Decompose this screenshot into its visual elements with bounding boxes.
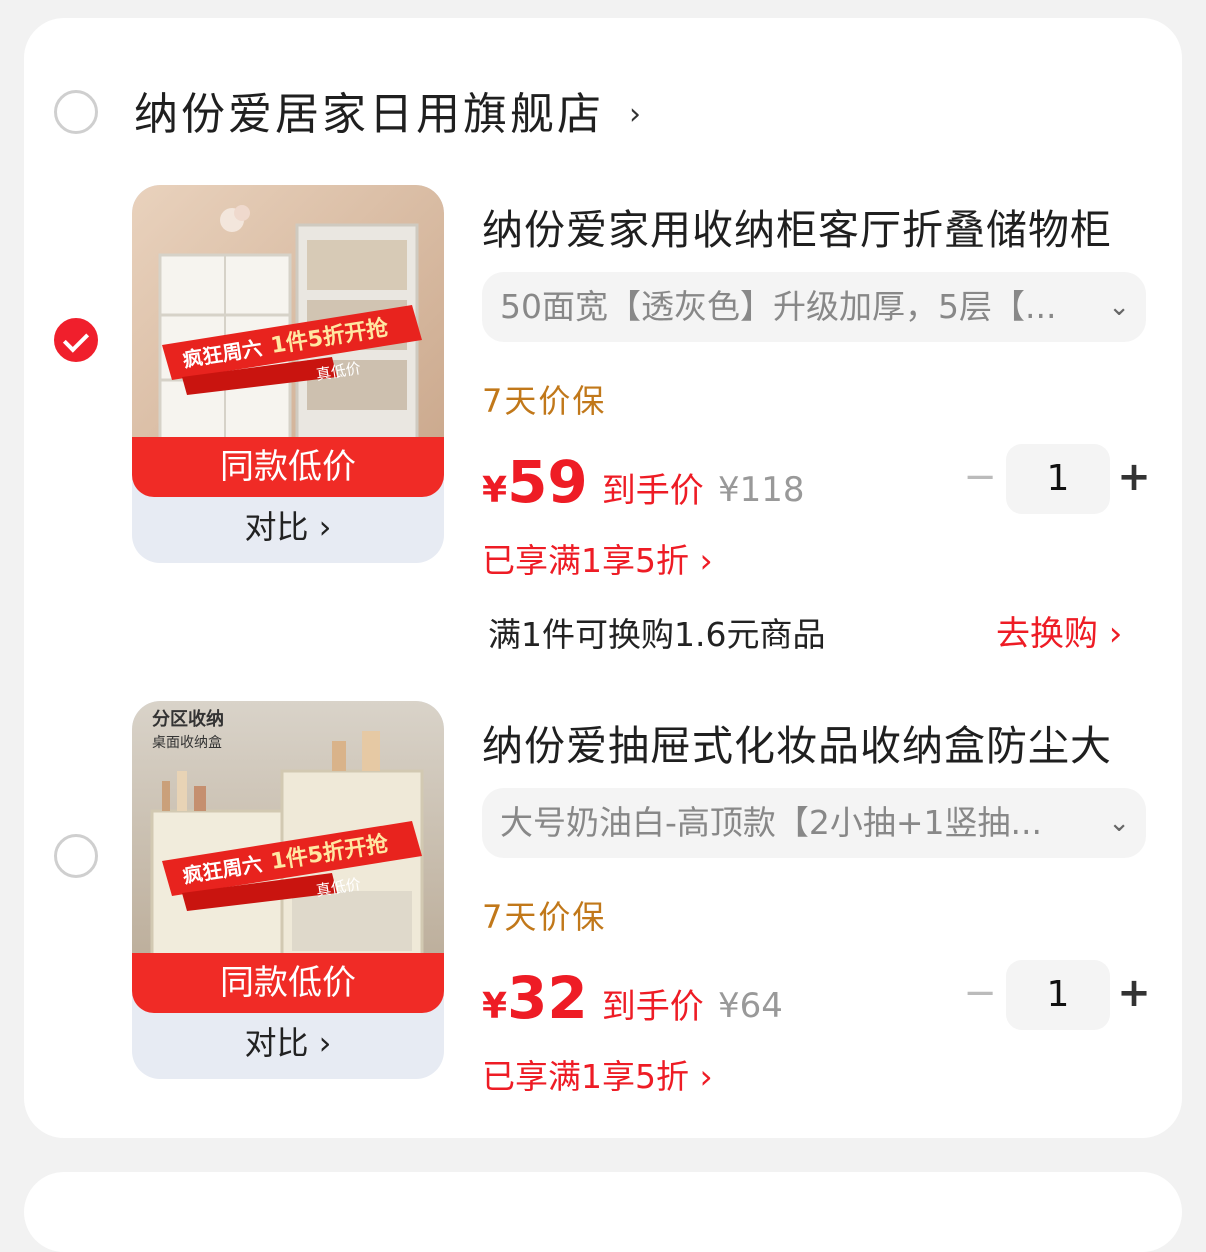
svg-text:桌面收纳盒: 桌面收纳盒 xyxy=(152,734,222,751)
product-thumbnail[interactable]: 分区收纳 桌面收纳盒 疯狂周六 1件5折开抢 真低价 同款低价 对比 › xyxy=(132,701,444,1079)
store-select-radio[interactable] xyxy=(54,90,98,134)
decrease-quantity-button[interactable]: − xyxy=(960,444,1000,514)
spec-selector[interactable]: 50面宽【透灰色】升级加厚，5层【... ⌄ xyxy=(482,272,1146,342)
item-select-checkbox[interactable] xyxy=(54,834,98,878)
price-guarantee-label: 7天价保 xyxy=(482,382,607,420)
currency-symbol: ¥ xyxy=(482,986,508,1027)
price-guarantee-label: 7天价保 xyxy=(482,898,607,936)
promo-discount-link[interactable]: 已享满1享5折 › xyxy=(482,1050,713,1098)
promo-ribbon: 疯狂周六 1件5折开抢 真低价 xyxy=(162,305,422,395)
compare-button[interactable]: 对比 › xyxy=(132,497,444,563)
store-name[interactable]: 纳份爱居家日用旗舰店 xyxy=(134,70,604,160)
low-price-label[interactable]: 同款低价 xyxy=(132,437,444,497)
product-title[interactable]: 纳份爱抽屉式化妆品收纳盒防尘大 xyxy=(482,712,1112,772)
increase-quantity-button[interactable]: + xyxy=(1114,960,1154,1030)
final-price-label: 到手价 xyxy=(601,987,704,1027)
original-price: ¥64 xyxy=(718,986,783,1026)
price-block: ¥59 到手价 xyxy=(482,448,704,516)
low-price-label[interactable]: 同款低价 xyxy=(132,953,444,1013)
chevron-down-icon: ⌄ xyxy=(1108,808,1130,838)
svg-text:分区收纳: 分区收纳 xyxy=(152,708,224,730)
spec-value: 大号奶油白-高顶款【2小抽+1竖抽... xyxy=(500,803,1043,842)
final-price-label: 到手价 xyxy=(601,471,704,511)
exchange-offer-text: 满1件可换购1.6元商品 xyxy=(488,615,826,654)
spec-selector[interactable]: 大号奶油白-高顶款【2小抽+1竖抽... ⌄ xyxy=(482,788,1146,858)
spec-value: 50面宽【透灰色】升级加厚，5层【... xyxy=(500,287,1057,326)
quantity-input[interactable]: 1 xyxy=(1006,960,1110,1030)
final-price: 59 xyxy=(507,448,588,516)
chevron-down-icon: ⌄ xyxy=(1108,292,1130,322)
promo-ribbon: 疯狂周六 1件5折开抢 真低价 xyxy=(162,821,422,911)
original-price: ¥118 xyxy=(718,470,805,510)
increase-quantity-button[interactable]: + xyxy=(1114,444,1154,514)
next-store-card xyxy=(24,1172,1182,1252)
check-icon xyxy=(62,326,90,353)
product-title[interactable]: 纳份爱家用收纳柜客厅折叠储物柜 xyxy=(482,196,1112,256)
compare-button[interactable]: 对比 › xyxy=(132,1013,444,1079)
store-cart-card: 纳份爱居家日用旗舰店 › 疯狂周六 1件5折开抢 真低价 同款低价 对比 › 纳… xyxy=(24,18,1182,1138)
exchange-link[interactable]: 去换购 › xyxy=(996,606,1122,655)
item-select-checkbox[interactable] xyxy=(54,318,98,362)
promo-discount-link[interactable]: 已享满1享5折 › xyxy=(482,534,713,582)
product-thumbnail[interactable]: 疯狂周六 1件5折开抢 真低价 同款低价 对比 › xyxy=(132,185,444,563)
currency-symbol: ¥ xyxy=(482,470,508,511)
final-price: 32 xyxy=(507,964,588,1032)
decrease-quantity-button[interactable]: − xyxy=(960,960,1000,1030)
quantity-stepper[interactable]: − 1 + xyxy=(960,444,1151,514)
store-chevron-icon[interactable]: › xyxy=(629,70,641,160)
price-block: ¥32 到手价 xyxy=(482,964,704,1032)
quantity-stepper[interactable]: − 1 + xyxy=(960,960,1151,1030)
quantity-input[interactable]: 1 xyxy=(1006,444,1110,514)
